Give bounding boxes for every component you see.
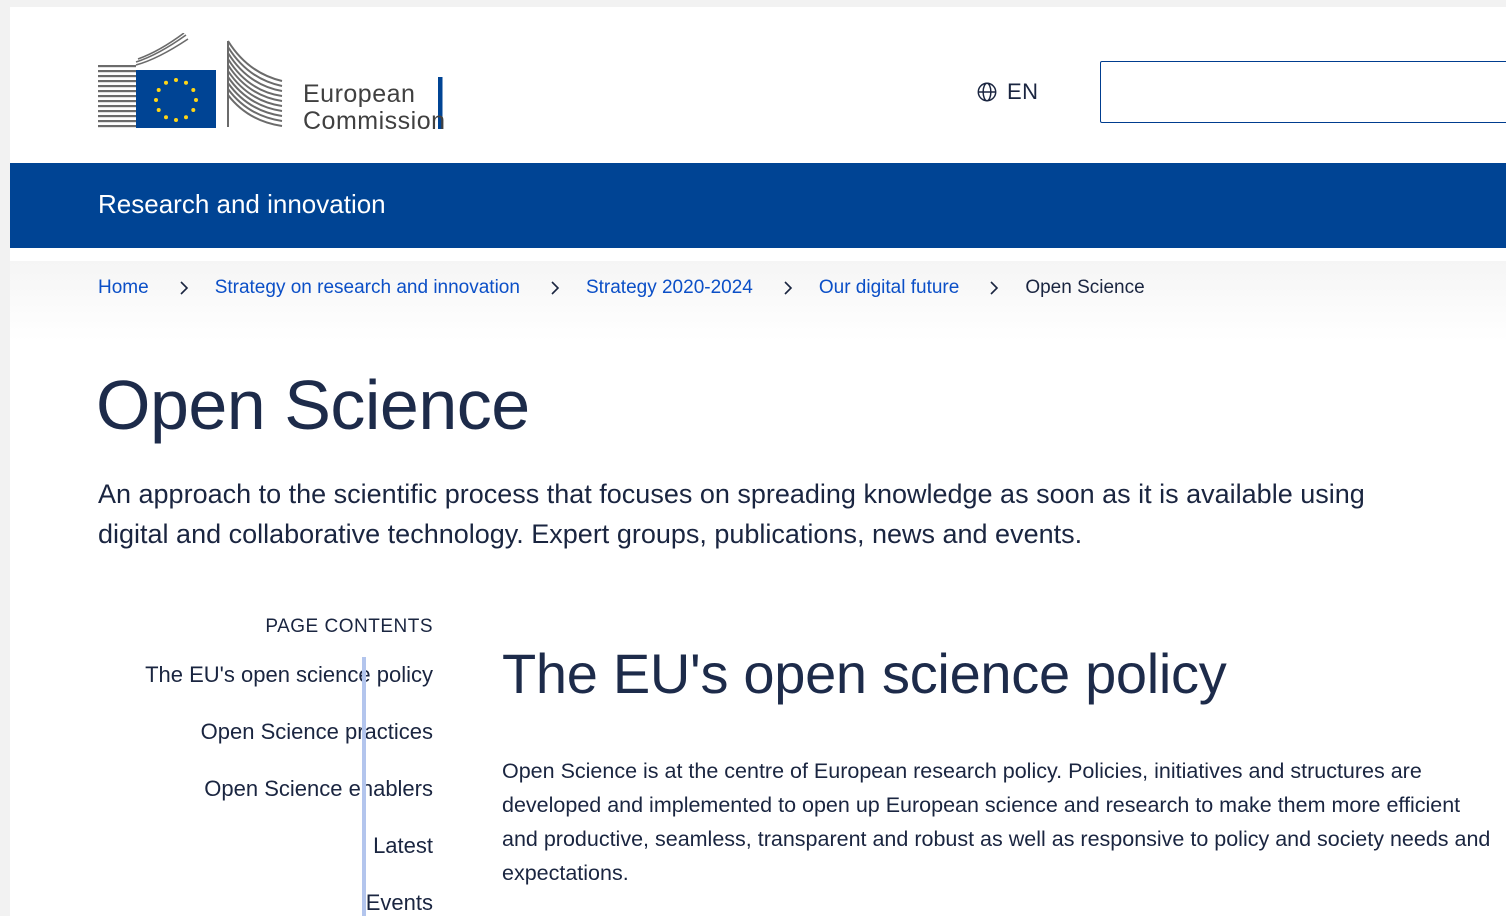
toc-link-enablers[interactable]: Open Science enablers	[204, 776, 433, 801]
toc-item: The EU's open science policy	[98, 662, 433, 719]
toc-link-latest[interactable]: Latest	[373, 833, 433, 858]
breadcrumb-current: Open Science	[1025, 277, 1145, 298]
breadcrumb-strategy[interactable]: Strategy on research and innovation	[215, 277, 520, 299]
globe-icon	[977, 82, 997, 102]
section-body: Open Science is at the centre of Europea…	[502, 759, 1491, 885]
chevron-right-icon	[551, 281, 560, 295]
toc-link-open-science-policy[interactable]: The EU's open science policy	[145, 662, 433, 687]
page-title: Open Science	[96, 366, 530, 444]
european-commission-logo[interactable]: European Commission	[98, 33, 448, 135]
toc-link-practices[interactable]: Open Science practices	[201, 719, 433, 744]
page-contents-list: The EU's open science policy Open Scienc…	[98, 662, 433, 916]
chevron-right-icon	[784, 281, 792, 295]
search-input[interactable]	[1100, 61, 1506, 123]
toc-item: Latest	[98, 833, 433, 890]
site-header: European Commission EN	[10, 7, 1506, 163]
page-intro: An approach to the scientific process th…	[98, 479, 1365, 549]
breadcrumb-home[interactable]: Home	[98, 277, 149, 299]
breadcrumb-digital-future[interactable]: Our digital future	[819, 277, 959, 299]
page-contents-heading: PAGE CONTENTS	[265, 616, 433, 637]
site-name-link[interactable]: Research and innovation	[98, 189, 386, 220]
breadcrumb: Home Strategy on research and innovation…	[98, 277, 1145, 299]
logo-text-commission: Commission	[303, 107, 446, 135]
language-code: EN	[1007, 79, 1039, 104]
toc-item: Events	[98, 890, 433, 916]
site-name-bar: Research and innovation	[10, 163, 1506, 248]
toc-item: Open Science practices	[98, 719, 433, 776]
page: European Commission EN Research and inno…	[10, 7, 1506, 916]
main-content: Home Strategy on research and innovation…	[10, 261, 1506, 916]
chevron-right-icon	[990, 281, 999, 295]
page-contents-rule	[362, 657, 366, 916]
section-title: The EU's open science policy	[502, 642, 1227, 705]
toc-item: Open Science enablers	[98, 776, 433, 833]
chevron-right-icon	[180, 281, 188, 295]
toc-link-events[interactable]: Events	[366, 890, 433, 915]
language-selector[interactable]: EN	[976, 79, 1039, 105]
breadcrumb-strategy-2020-2024[interactable]: Strategy 2020-2024	[586, 277, 753, 299]
page-contents-nav: PAGE CONTENTS The EU's open science poli…	[98, 616, 433, 915]
logo-text-european: European	[303, 80, 416, 108]
